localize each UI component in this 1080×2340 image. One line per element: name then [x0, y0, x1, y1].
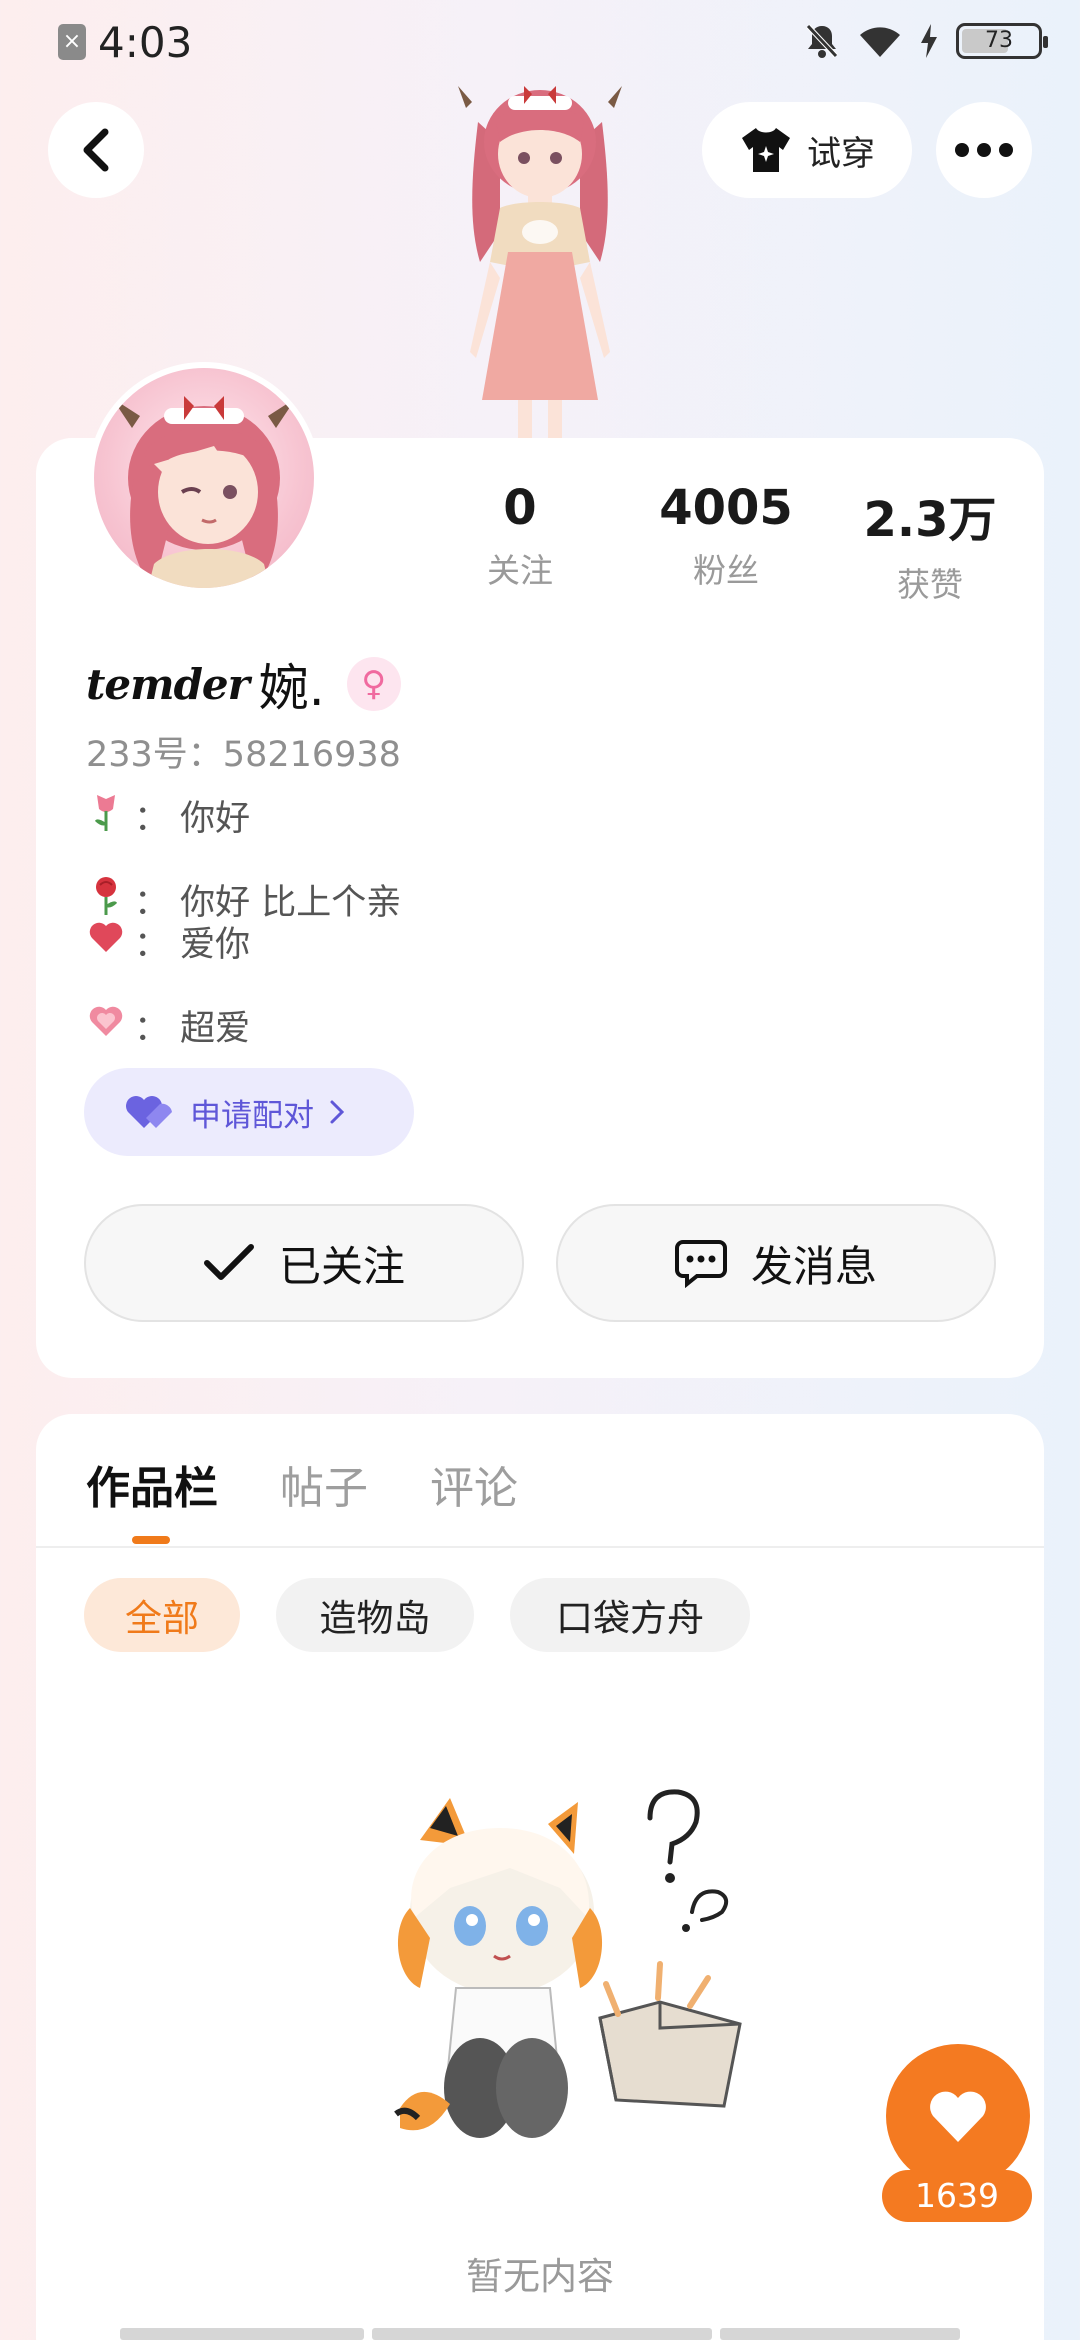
stat-followers[interactable]: 4005 粉丝 — [636, 480, 816, 592]
charging-icon — [921, 24, 937, 58]
more-dots-icon — [955, 143, 1013, 157]
nickname: temder 婉. ♀ — [86, 648, 401, 720]
stat-following-label: 关注 — [487, 551, 553, 590]
followed-label: 已关注 — [278, 1241, 405, 1291]
empty-state-illustration — [394, 1789, 742, 2138]
stat-likes-label: 获赞 — [897, 565, 963, 604]
status-icons: 73 — [804, 22, 1048, 60]
chat-bubble-icon — [674, 1240, 727, 1288]
send-message-button[interactable]: 发消息 — [556, 1204, 996, 1322]
tab-comments[interactable]: 评论 — [430, 1452, 518, 1516]
try-on-label: 试穿 — [807, 133, 875, 174]
send-message-label: 发消息 — [750, 1241, 877, 1291]
bio-line: ： 你好 — [86, 790, 250, 841]
red-heart-icon — [86, 920, 126, 963]
avatar[interactable] — [88, 362, 320, 594]
filter-creation-island[interactable]: 造物岛 — [276, 1578, 474, 1652]
chevron-right-icon — [330, 1100, 345, 1124]
peek-bar — [720, 2328, 960, 2340]
tab-active-indicator — [132, 1536, 170, 1544]
stat-followers-value: 4005 — [659, 480, 793, 536]
bio-text: ： 超爱 — [134, 1009, 251, 1049]
bio-line: ： 超爱 — [86, 1000, 250, 1051]
peek-bar — [120, 2328, 364, 2340]
battery-indicator: 73 — [956, 23, 1048, 59]
followed-button[interactable]: 已关注 — [84, 1204, 524, 1322]
female-icon: ♀ — [346, 657, 401, 711]
user-id[interactable]: 233号：58216938 — [86, 726, 401, 777]
like-count: 1639 — [882, 2170, 1032, 2222]
pink-heart-icon — [86, 1004, 126, 1047]
avatar-3d-figure — [458, 86, 622, 438]
tab-works[interactable]: 作品栏 — [86, 1452, 218, 1516]
request-pair-label: 申请配对 — [190, 1097, 314, 1134]
empty-state-text: 暂无内容 — [466, 2255, 614, 2298]
stat-likes: 2.3万 获赞 — [840, 480, 1020, 606]
tshirt-icon — [742, 128, 790, 172]
double-heart-icon — [126, 1096, 172, 1128]
tulip-icon — [86, 791, 126, 840]
status-bar: × 4:03 73 — [0, 0, 1080, 90]
filter-pocket-ark[interactable]: 口袋方舟 — [510, 1578, 750, 1652]
wifi-icon — [860, 27, 900, 57]
request-pair-button[interactable]: 申请配对 — [84, 1068, 414, 1156]
mute-bell-icon — [806, 24, 838, 58]
try-on-button[interactable]: 试穿 — [702, 102, 912, 198]
more-button[interactable] — [936, 102, 1032, 198]
stat-followers-label: 粉丝 — [693, 551, 759, 590]
avatar-image — [112, 396, 296, 588]
status-time: 4:03 — [98, 18, 193, 67]
stat-following[interactable]: 0 关注 — [430, 480, 610, 592]
tab-posts[interactable]: 帖子 — [280, 1452, 368, 1516]
like-button[interactable] — [886, 2044, 1030, 2188]
check-icon — [203, 1244, 254, 1280]
stat-likes-value: 2.3万 — [863, 492, 997, 548]
chevron-left-icon — [83, 128, 109, 172]
peek-bar — [372, 2328, 712, 2340]
nickname-rest: 婉. — [258, 659, 325, 717]
filter-all[interactable]: 全部 — [84, 1578, 240, 1652]
next-section-peek — [120, 2328, 960, 2340]
stat-following-value: 0 — [503, 480, 537, 536]
heart-icon — [930, 2091, 986, 2142]
bio-text: ： 爱你 — [134, 925, 251, 965]
bio-line: ： 爱你 — [86, 916, 250, 967]
nickname-fancy: temder — [86, 659, 250, 709]
notification-icon: × — [58, 24, 86, 60]
tabs-divider — [36, 1546, 1044, 1548]
bio-text: ： 你好 — [134, 799, 251, 839]
back-button[interactable] — [48, 102, 144, 198]
